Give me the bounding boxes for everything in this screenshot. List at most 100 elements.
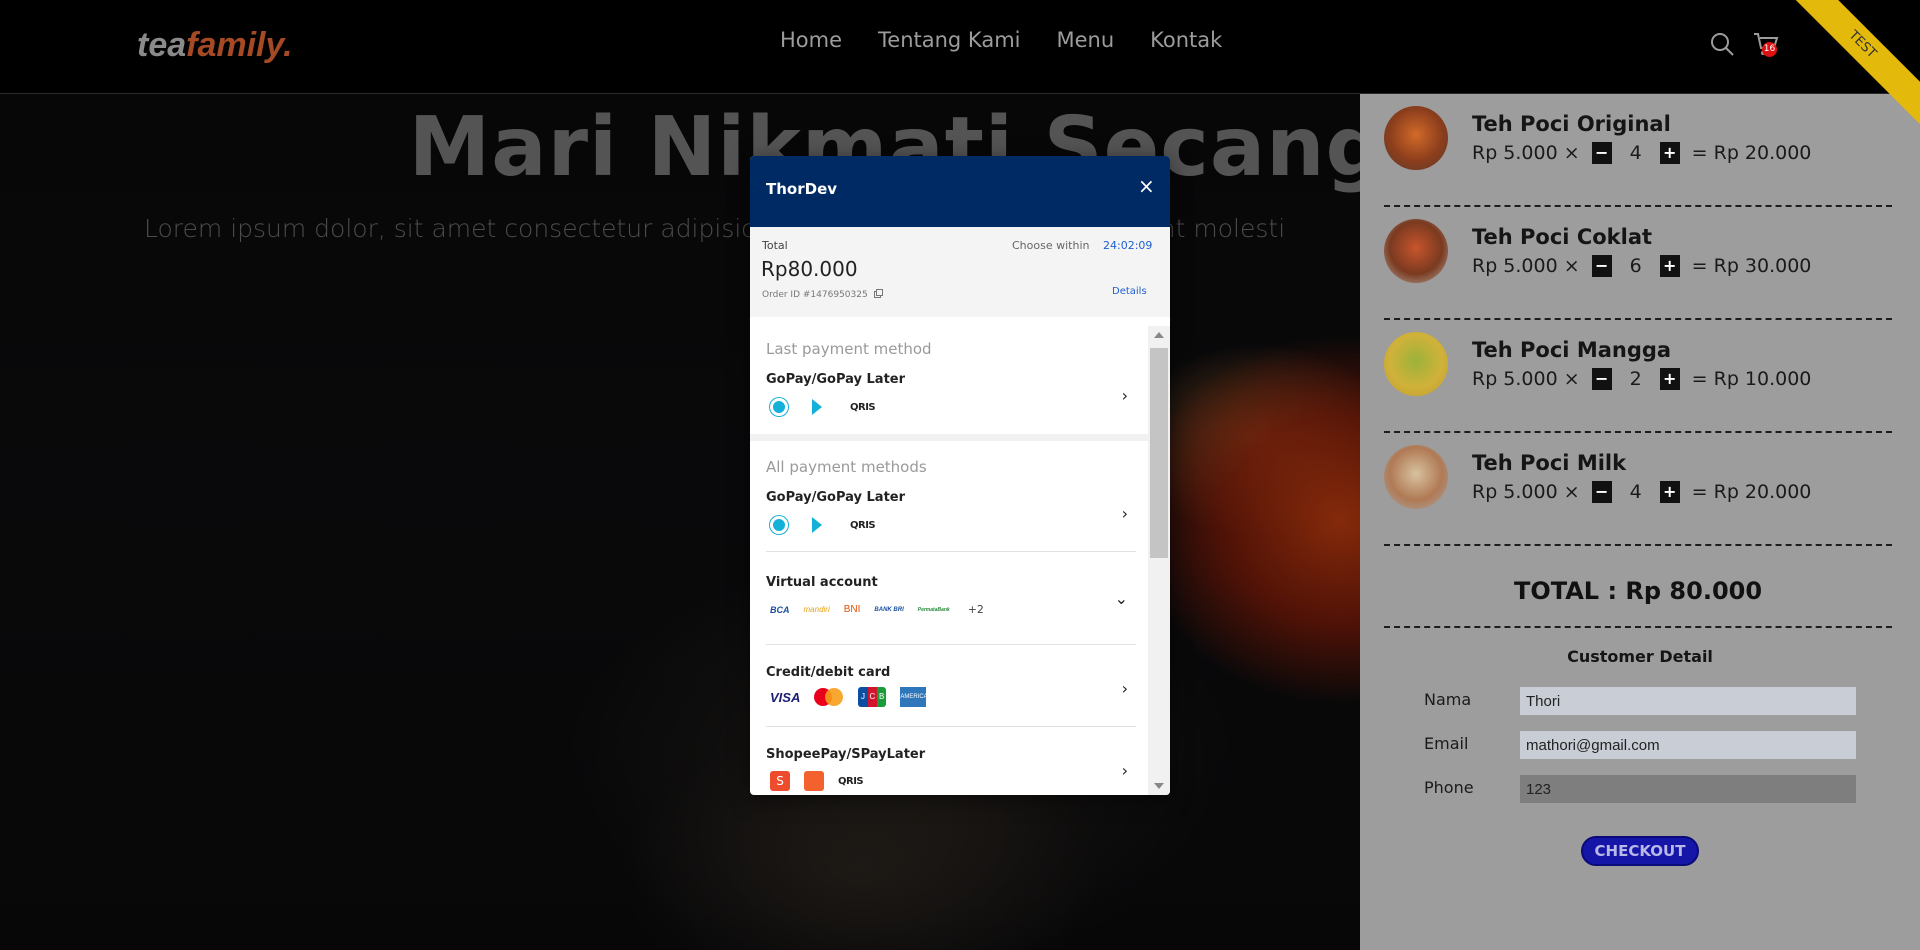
item-price-line: Rp 5.000 × − 4 + = Rp 20.000 [1472, 142, 1811, 164]
payment-method-card[interactable]: Credit/debit card VISA J C B AMERICAN EX… [766, 665, 1136, 725]
search-icon[interactable] [1708, 30, 1736, 58]
decrease-qty-button[interactable]: − [1591, 255, 1612, 277]
payment-method-gopay[interactable]: GoPay/GoPay Later QRIS › [766, 490, 1136, 546]
mandiri-icon: mandiri [803, 605, 830, 614]
choose-within-label: Choose within [1012, 239, 1090, 252]
cart-item: Teh Poci Milk Rp 5.000 × − 4 + = Rp 20.0… [1384, 433, 1892, 546]
gopay-icon [770, 398, 788, 416]
item-name: Teh Poci Milk [1472, 451, 1627, 475]
item-quantity: 4 [1629, 481, 1642, 503]
decrease-qty-button[interactable]: − [1591, 481, 1612, 503]
item-price: Rp 5.000 × [1472, 255, 1580, 277]
payment-modal: ThorDev × Total Rp80.000 Order ID #14769… [750, 156, 1170, 795]
nav-link-tentang-kami[interactable]: Tentang Kami [878, 28, 1020, 52]
payment-method-shopeepay[interactable]: ShopeePay/SPayLater S QRIS › [766, 747, 1136, 795]
item-name: Teh Poci Original [1472, 112, 1671, 136]
method-name: Virtual account [766, 575, 878, 590]
jcb-letter-c: C [867, 687, 877, 707]
gopay-icon [770, 516, 788, 534]
nav-link-home[interactable]: Home [780, 28, 842, 52]
item-price-line: Rp 5.000 × − 2 + = Rp 10.000 [1472, 368, 1811, 390]
section-title-all: All payment methods [766, 458, 927, 476]
item-price: Rp 5.000 × [1472, 368, 1580, 390]
divider [766, 726, 1136, 727]
cart-item: Teh Poci Mangga Rp 5.000 × − 2 + = Rp 10… [1384, 320, 1892, 433]
item-price: Rp 5.000 × [1472, 142, 1580, 164]
method-name: ShopeePay/SPayLater [766, 747, 926, 762]
decrease-qty-button[interactable]: − [1591, 368, 1612, 390]
nav-link-menu[interactable]: Menu [1056, 28, 1114, 52]
section-title-last: Last payment method [766, 340, 932, 358]
item-subtotal: = Rp 30.000 [1691, 255, 1812, 277]
customer-detail-title: Customer Detail [1567, 647, 1713, 666]
scrollbar-thumb[interactable] [1150, 348, 1168, 558]
chevron-right-icon: › [1121, 386, 1128, 405]
increase-qty-button[interactable]: + [1659, 255, 1680, 277]
scrollbar[interactable] [1148, 326, 1170, 795]
item-subtotal: = Rp 20.000 [1691, 481, 1812, 503]
qris-icon: QRIS [850, 519, 876, 531]
payment-methods-list: Last payment method GoPay/GoPay Later QR… [750, 326, 1148, 795]
method-icons: BCA mandiri BNI BANK BRI PermataBank +2 [766, 603, 984, 616]
order-id-text: Order ID #1476950325 [762, 290, 868, 300]
chevron-right-icon: › [1121, 679, 1128, 698]
product-thumbnail [1384, 106, 1448, 170]
method-name: GoPay/GoPay Later [766, 372, 906, 387]
qris-icon: QRIS [838, 775, 864, 787]
copy-icon[interactable] [873, 289, 883, 298]
jcb-letter-b: B [877, 687, 887, 707]
phone-field[interactable] [1520, 775, 1856, 803]
method-name: Credit/debit card [766, 665, 891, 680]
navbar: teafamily. Home Tentang Kami Menu Kontak… [0, 0, 1920, 94]
modal-header: ThorDev × [750, 156, 1170, 227]
item-name: Teh Poci Mangga [1472, 338, 1672, 362]
increase-qty-button[interactable]: + [1659, 368, 1680, 390]
email-label: Email [1424, 734, 1469, 753]
phone-label: Phone [1424, 778, 1474, 797]
email-field[interactable] [1520, 731, 1856, 759]
chevron-down-icon: ⌄ [1114, 589, 1128, 608]
more-banks-count: +2 [967, 603, 984, 616]
increase-qty-button[interactable]: + [1659, 142, 1680, 164]
cart-total: TOTAL : Rp 80.000 [1384, 562, 1892, 628]
item-subtotal: = Rp 10.000 [1691, 368, 1812, 390]
nav-link-kontak[interactable]: Kontak [1150, 28, 1222, 52]
visa-icon: VISA [770, 689, 801, 705]
scroll-up-arrow-icon[interactable] [1154, 332, 1164, 338]
jcb-icon: J C B [858, 687, 887, 707]
method-icons: QRIS [766, 516, 876, 534]
cart-count-badge: 16 [1762, 42, 1777, 57]
jcb-letter-j: J [858, 687, 868, 707]
item-price-line: Rp 5.000 × − 6 + = Rp 30.000 [1472, 255, 1811, 277]
amex-icon: AMERICAN EXPRESS [900, 687, 932, 720]
item-price-line: Rp 5.000 × − 4 + = Rp 20.000 [1472, 481, 1811, 503]
increase-qty-button[interactable]: + [1659, 481, 1680, 503]
bca-icon: BCA [770, 604, 790, 615]
mastercard-icon [814, 688, 844, 706]
shopeepay-icon: S [770, 771, 790, 791]
divider [766, 551, 1136, 552]
divider [766, 644, 1136, 645]
order-id: Order ID #1476950325 [762, 289, 883, 300]
nav-links: Home Tentang Kami Menu Kontak [780, 28, 1222, 52]
item-name: Teh Poci Coklat [1472, 225, 1653, 249]
item-quantity: 2 [1629, 368, 1642, 390]
qris-icon: QRIS [850, 401, 876, 413]
decrease-qty-button[interactable]: − [1591, 142, 1612, 164]
permata-icon: PermataBank [917, 606, 950, 613]
payment-method-virtual-account[interactable]: Virtual account BCA mandiri BNI BANK BRI… [766, 575, 1136, 635]
section-separator [750, 434, 1148, 441]
method-icons: S QRIS [766, 771, 864, 791]
mastercard-orange-circle [825, 688, 844, 706]
order-summary: Total Rp80.000 Order ID #1476950325 Choo… [750, 227, 1170, 317]
name-field[interactable] [1520, 687, 1856, 715]
close-icon[interactable]: × [1138, 174, 1155, 198]
details-link[interactable]: Details [1112, 286, 1147, 297]
checkout-button[interactable]: CHECKOUT [1581, 836, 1699, 866]
item-subtotal: = Rp 20.000 [1691, 142, 1812, 164]
name-label: Nama [1424, 690, 1472, 709]
spaylater-icon [804, 771, 824, 791]
brand-logo[interactable]: teafamily. [137, 26, 293, 65]
scroll-down-arrow-icon[interactable] [1154, 783, 1164, 789]
payment-method-last-gopay[interactable]: GoPay/GoPay Later QRIS › [766, 372, 1136, 428]
